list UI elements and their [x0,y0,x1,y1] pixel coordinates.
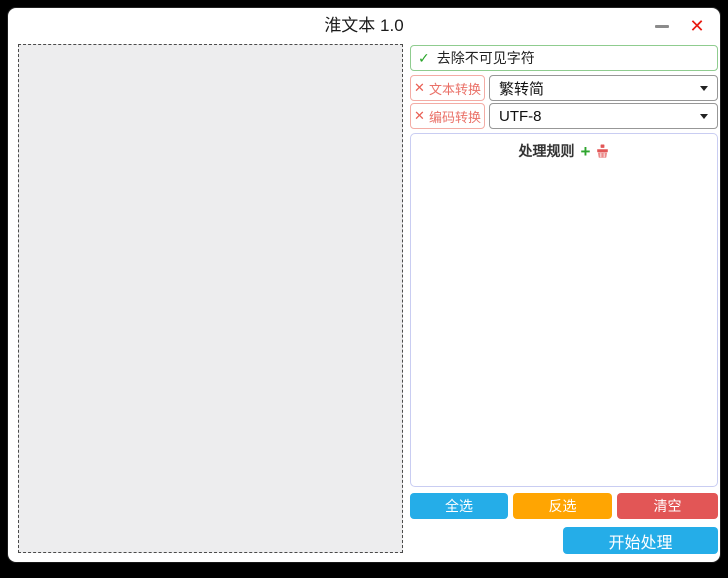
encoding-convert-combobox[interactable]: UTF-8 [489,103,718,129]
minimize-icon [655,25,669,28]
x-icon: ✕ [414,108,425,124]
app-window: 淮文本 1.0 ✕ ✓ 去除不可见字符 ✕ 文本转换 繁转简 ✕ 编码转换 UT… [8,8,720,562]
option-remove-invisible-chars[interactable]: ✓ 去除不可见字符 [410,45,718,71]
window-controls: ✕ [654,8,706,44]
dropdown-arrow-icon [700,86,708,91]
add-rule-icon[interactable]: + [581,143,591,160]
x-icon: ✕ [414,80,425,96]
option-encoding-convert-label: 编码转换 [429,107,481,126]
window-title: 淮文本 1.0 [8,8,720,44]
option-text-convert-toggle[interactable]: ✕ 文本转换 [410,75,485,101]
check-icon: ✓ [418,50,430,67]
option-text-convert-label: 文本转换 [429,79,481,98]
dropdown-arrow-icon [700,114,708,119]
option-encoding-convert-toggle[interactable]: ✕ 编码转换 [410,103,485,129]
option-remove-invisible-label: 去除不可见字符 [437,48,535,68]
processing-rules-header: 处理规则 + [411,141,717,161]
invert-selection-button[interactable]: 反选 [513,493,612,519]
minimize-button[interactable] [654,18,670,34]
file-drop-zone[interactable] [18,44,403,553]
text-convert-combobox[interactable]: 繁转简 [489,75,718,101]
close-icon: ✕ [689,17,704,35]
text-convert-selected-value: 繁转简 [499,78,544,99]
processing-rules-panel: 处理规则 + [410,133,718,487]
titlebar: 淮文本 1.0 ✕ [8,8,720,44]
encoding-selected-value: UTF-8 [499,108,542,125]
processing-rules-title: 处理规则 [519,141,575,161]
clear-button[interactable]: 清空 [617,493,718,519]
start-processing-button[interactable]: 开始处理 [563,527,718,554]
close-button[interactable]: ✕ [688,17,706,35]
clear-rules-brush-icon[interactable] [596,144,609,158]
select-all-button[interactable]: 全选 [410,493,508,519]
